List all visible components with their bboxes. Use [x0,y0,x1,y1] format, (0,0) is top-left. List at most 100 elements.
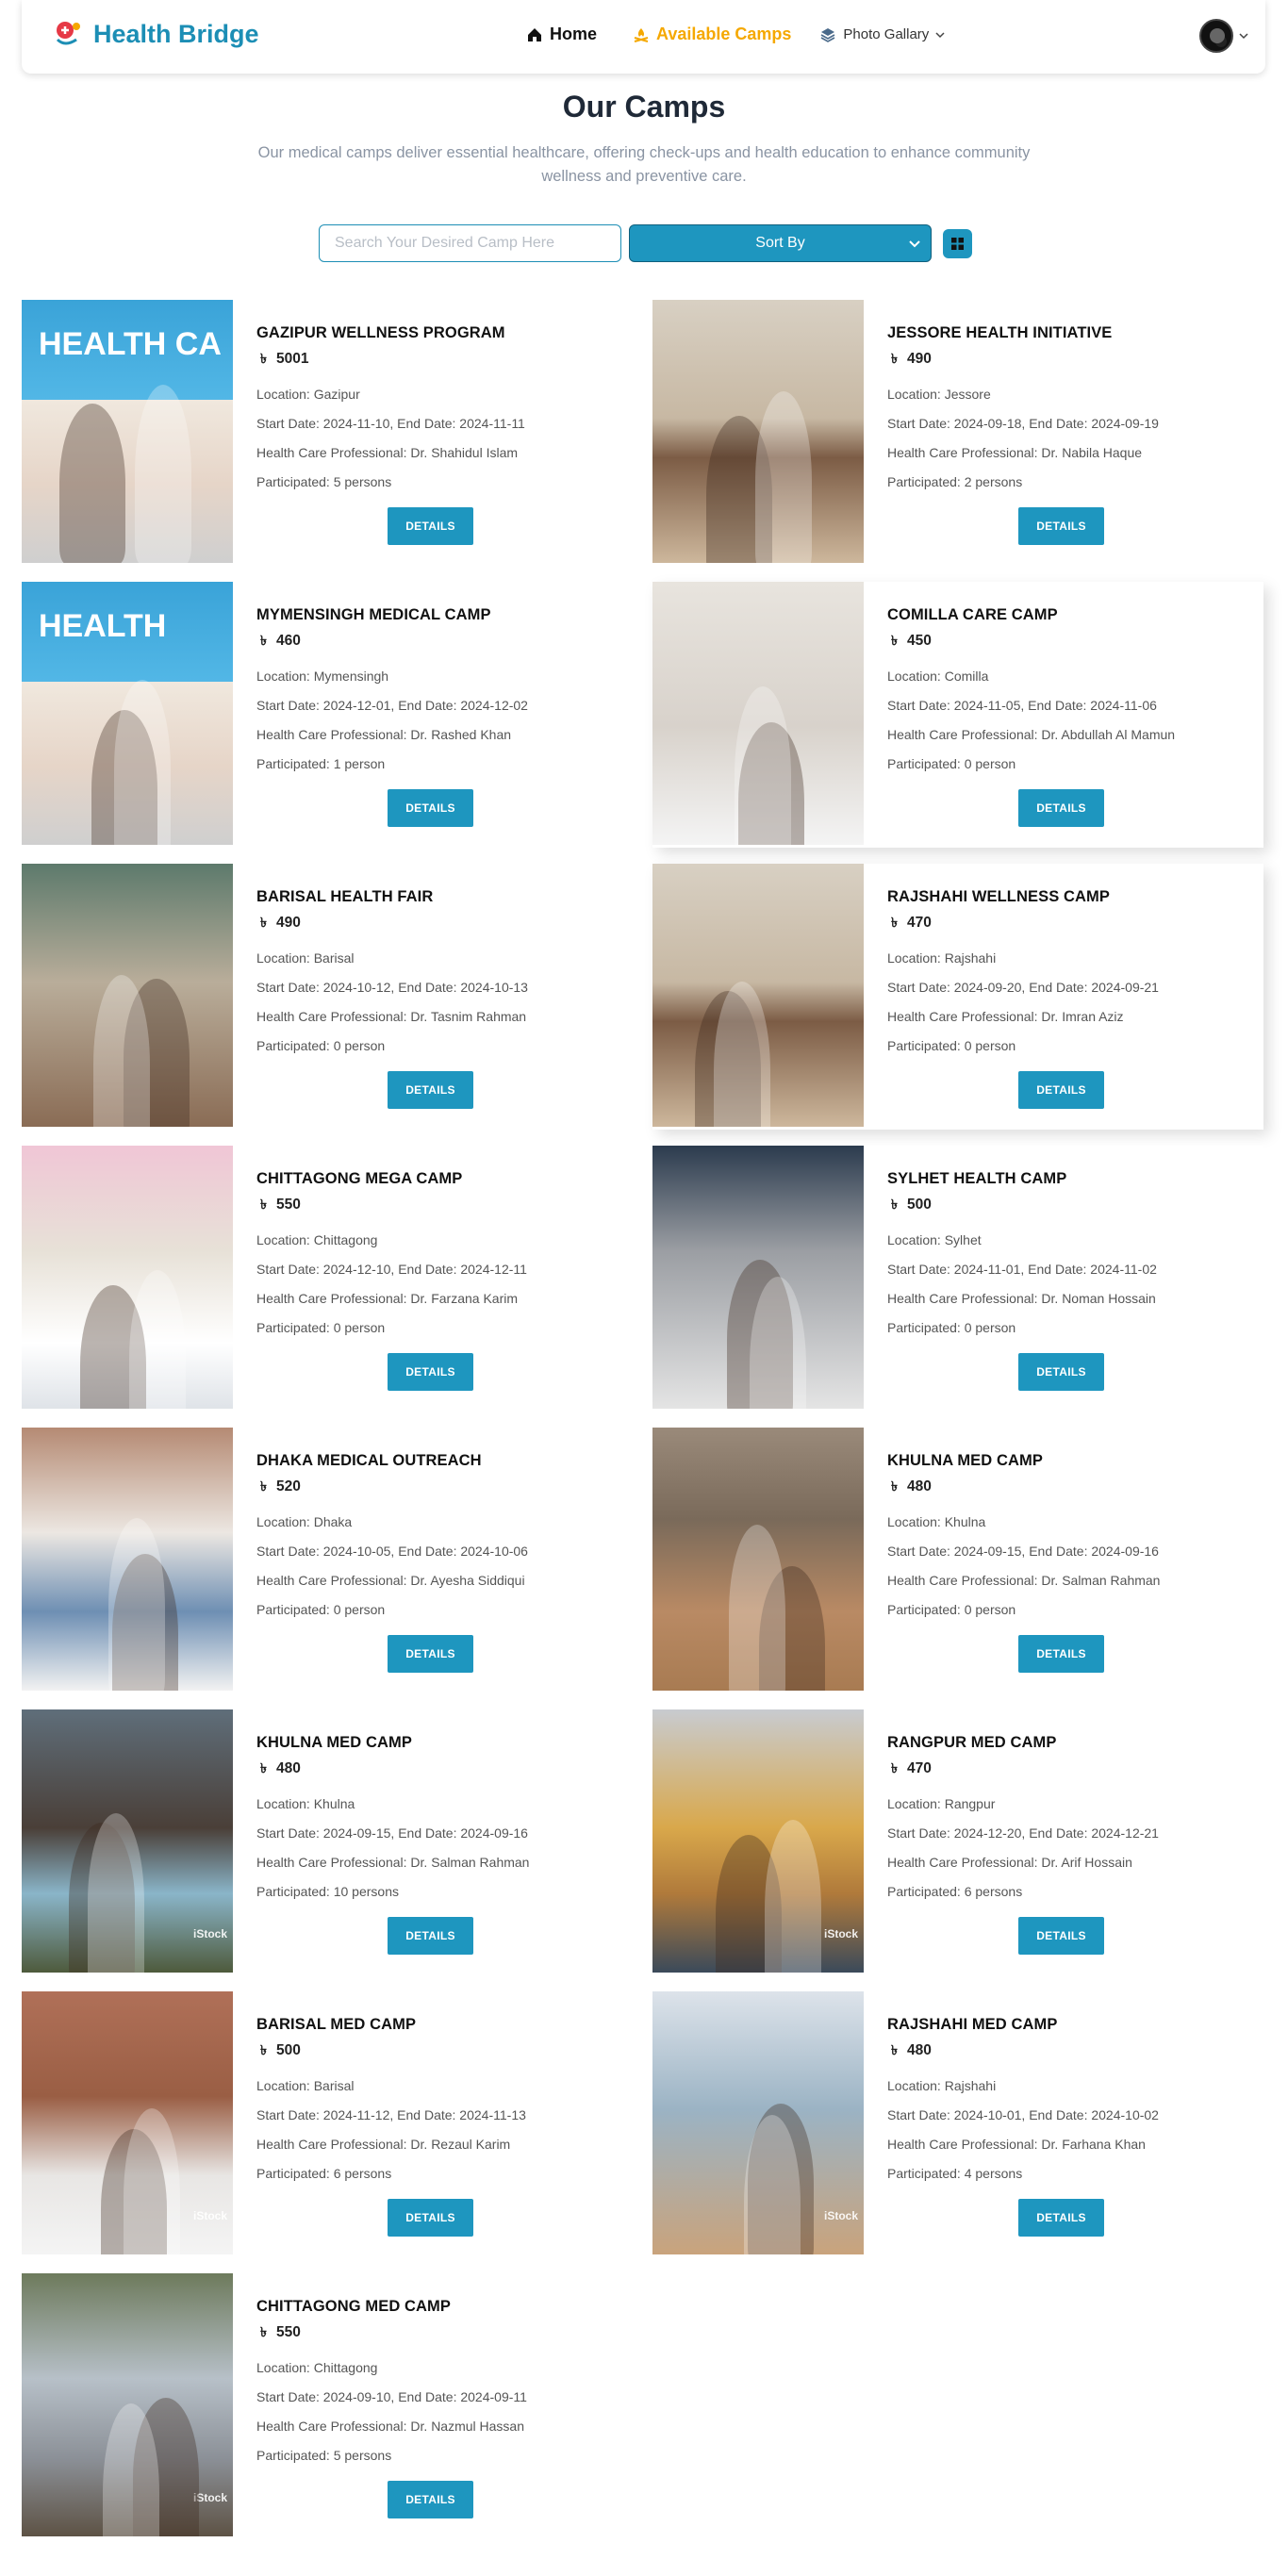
camp-location: Location: Rajshahi [887,950,997,966]
taka-icon: ৳ [891,1478,898,1494]
camp-professional: Health Care Professional: Dr. Ayesha Sid… [256,1573,525,1588]
details-button[interactable]: DETAILS [388,1635,473,1673]
camp-dates: Start Date: 2024-09-15, End Date: 2024-0… [256,1825,528,1841]
taka-icon: ৳ [260,2324,267,2339]
camp-professional: Health Care Professional: Dr. Noman Hoss… [887,1291,1156,1306]
layout-toggle-button[interactable] [943,228,972,258]
camp-fee-value: 500 [275,2042,301,2058]
camp-card-body: KHULNA MED CAMP ৳ 480 Location: Khulna S… [864,1428,1263,1693]
camp-fee: ৳ 500 [256,2039,633,2062]
taka-icon: ৳ [260,1478,267,1494]
details-button[interactable]: DETAILS [388,789,473,827]
camp-location: Location: Dhaka [256,1514,353,1529]
camp-controls: Sort By [319,224,972,262]
camp-professional: Health Care Professional: Dr. Abdullah A… [887,727,1176,742]
camp-professional: Health Care Professional: Dr. Nabila Haq… [887,445,1143,460]
camp-card: HEALTH MYMENSINGH MEDICAL CAMP ৳ 460 Loc… [22,582,633,848]
camp-name: RAJSHAHI WELLNESS CAMP [887,888,1110,905]
camp-image [22,1146,233,1409]
details-button[interactable]: DETAILS [1018,1071,1104,1109]
camp-fee-value: 480 [275,1760,301,1776]
taka-icon: ৳ [260,633,267,648]
camp-fee: ৳ 470 [887,1758,1263,1780]
camp-card: iStock RAJSHAHI MED CAMP ৳ 480 Location:… [652,1991,1263,2257]
camp-fee-value: 490 [275,915,301,931]
camp-participants: Participated: 6 persons [887,1884,1023,1899]
camp-fee: ৳ 520 [256,1476,633,1498]
camp-card: iStock RANGPUR MED CAMP ৳ 470 Location: … [652,1709,1263,1975]
camp-professional: Health Care Professional: Dr. Farzana Ka… [256,1291,518,1306]
camp-fee-value: 470 [906,1760,932,1776]
camp-location: Location: Comilla [887,669,989,684]
chevron-down-icon [1239,33,1248,40]
avatar [1199,19,1233,53]
photo-figure [135,385,191,563]
camp-location: Location: Sylhet [887,1232,982,1247]
camp-fee: ৳ 550 [256,2321,633,2344]
camp-card-body: RAJSHAHI MED CAMP ৳ 480 Location: Rajsha… [864,1991,1263,2257]
camp-card-body: RAJSHAHI WELLNESS CAMP ৳ 470 Location: R… [864,864,1263,1130]
camp-dates: Start Date: 2024-11-01, End Date: 2024-1… [887,1262,1157,1277]
details-button[interactable]: DETAILS [388,2481,473,2518]
taka-icon: ৳ [260,1197,267,1212]
camp-image [652,864,864,1127]
istock-watermark: iStock [192,2209,227,2222]
camp-professional: Health Care Professional: Dr. Rashed Kha… [256,727,512,742]
camp-location: Location: Rangpur [887,1796,996,1811]
camp-name: KHULNA MED CAMP [887,1452,1043,1469]
camp-fee: ৳ 500 [887,1194,1263,1216]
nav-gallery-dropdown[interactable]: Photo Gallary [819,26,945,43]
camp-fee: ৳ 490 [256,912,633,934]
camp-fee-value: 520 [275,1478,301,1494]
camp-name: BARISAL HEALTH FAIR [256,888,434,905]
details-button[interactable]: DETAILS [1018,2199,1104,2237]
camp-participants: Participated: 0 person [887,756,1016,771]
camp-name: CHITTAGONG MED CAMP [256,2298,451,2315]
photo-figure [765,1820,821,1973]
istock-watermark: iStock [823,1927,858,1940]
camp-fee-value: 480 [906,2042,932,2058]
sort-select[interactable]: Sort By [629,224,932,262]
details-button[interactable]: DETAILS [1018,1917,1104,1955]
camp-card-body: DHAKA MEDICAL OUTREACH ৳ 520 Location: D… [233,1428,633,1693]
camp-dates: Start Date: 2024-12-20, End Date: 2024-1… [887,1825,1159,1841]
details-button[interactable]: DETAILS [1018,1353,1104,1391]
search-input[interactable] [319,224,621,262]
camp-professional: Health Care Professional: Dr. Tasnim Rah… [256,1009,527,1024]
photo-figure [108,1518,165,1691]
taka-icon: ৳ [891,2042,898,2057]
camp-card: COMILLA CARE CAMP ৳ 450 Location: Comill… [652,582,1263,848]
camp-name: SYLHET HEALTH CAMP [887,1170,1067,1187]
photo-figure [129,1270,186,1409]
details-button[interactable]: DETAILS [1018,1635,1104,1673]
nav-camps-link[interactable]: Available Camps [633,25,791,44]
nav-home-label: Home [550,25,598,43]
camp-dates: Start Date: 2024-11-10, End Date: 2024-1… [256,416,525,431]
details-button[interactable]: DETAILS [388,507,473,545]
camp-fee: ৳ 460 [256,630,633,652]
details-button[interactable]: DETAILS [388,1353,473,1391]
taka-icon: ৳ [260,1760,267,1775]
home-icon [528,27,541,41]
nav-home-link[interactable]: Home [526,25,597,44]
brand[interactable]: Health Bridge [52,17,259,51]
camp-image: iStock [22,2273,233,2536]
page-subtitle: Our medical camps deliver essential heal… [257,144,1031,185]
camp-image: iStock [22,1709,233,1973]
profile-menu[interactable] [1199,19,1248,53]
camp-dates: Start Date: 2024-12-10, End Date: 2024-1… [256,1262,527,1277]
brand-name: Health Bridge [93,19,259,48]
camp-card: JESSORE HEALTH INITIATIVE ৳ 490 Location… [652,300,1263,566]
details-button[interactable]: DETAILS [388,1071,473,1109]
nav-gallery-label: Photo Gallary [843,26,930,42]
details-button[interactable]: DETAILS [1018,789,1104,827]
details-button[interactable]: DETAILS [388,2199,473,2237]
details-button[interactable]: DETAILS [1018,507,1104,545]
photo-figure [88,1813,144,1973]
details-button[interactable]: DETAILS [388,1917,473,1955]
navbar: Health Bridge Home Available Camps Photo… [22,0,1265,74]
camp-professional: Health Care Professional: Dr. Nazmul Has… [256,2419,525,2434]
camp-image [22,1428,233,1691]
camp-card-body: CHITTAGONG MEGA CAMP ৳ 550 Location: Chi… [233,1146,633,1412]
camp-dates: Start Date: 2024-09-10, End Date: 2024-0… [256,2389,527,2404]
